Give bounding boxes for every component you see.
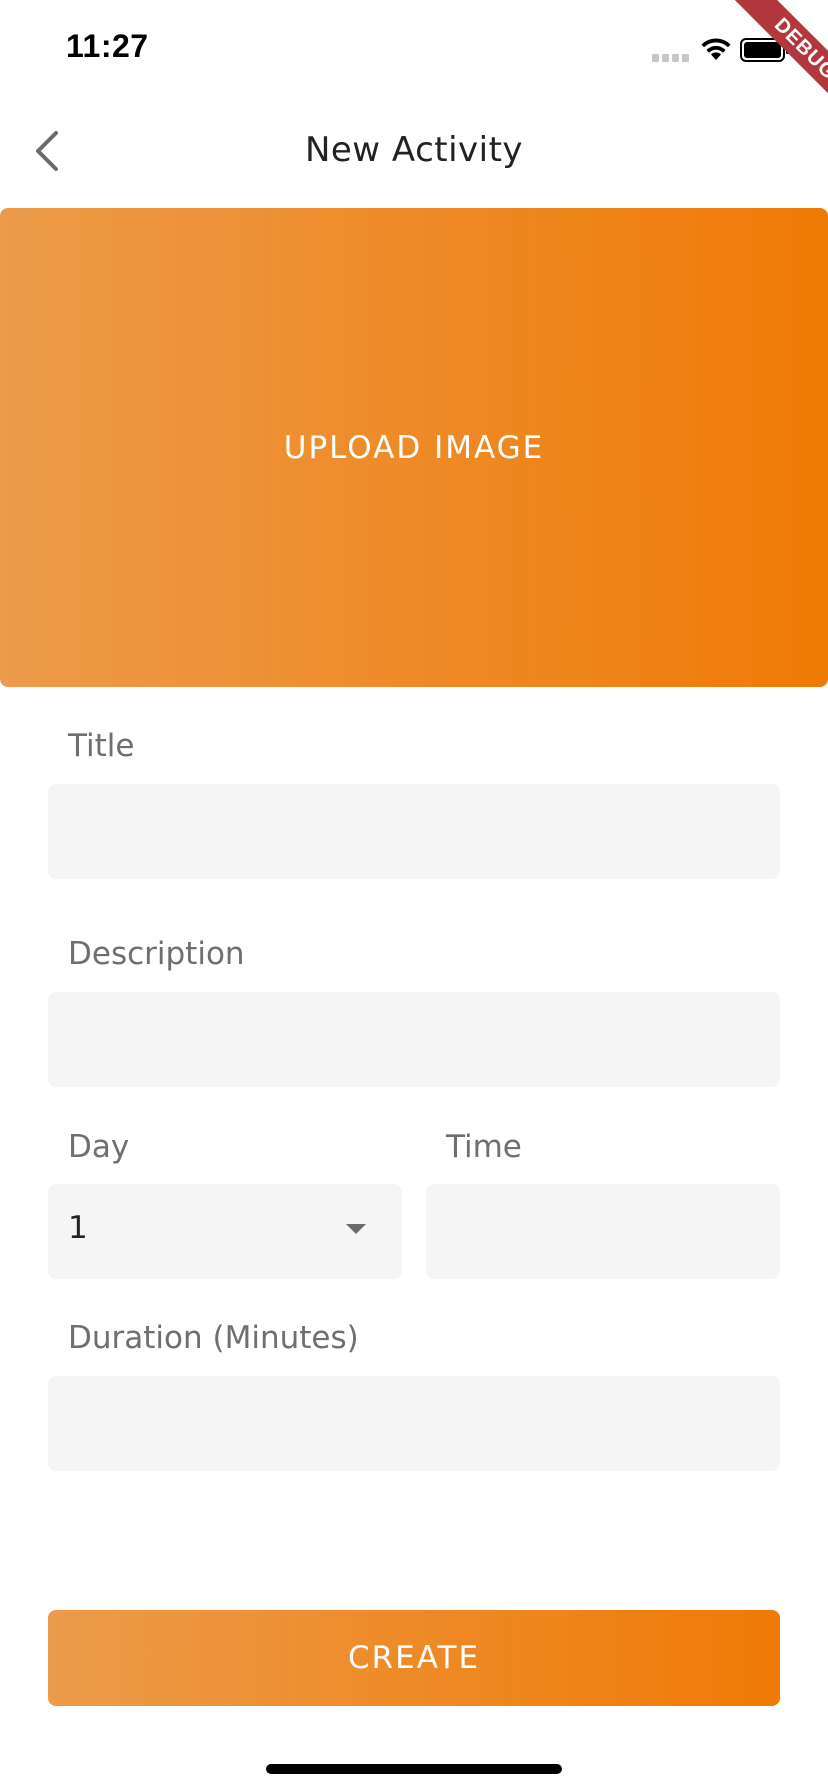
- cellular-signal-icon: [652, 54, 689, 62]
- time-input[interactable]: [426, 1184, 780, 1279]
- day-selected-value: 1: [68, 1210, 88, 1246]
- duration-field[interactable]: [48, 1376, 780, 1471]
- create-button[interactable]: CREATE: [48, 1610, 780, 1706]
- page-title: New Activity: [304, 130, 524, 170]
- day-label: Day: [68, 1129, 130, 1165]
- title-label: Title: [68, 728, 135, 764]
- description-label: Description: [68, 936, 245, 972]
- app-bar: New Activity: [0, 100, 828, 206]
- title-field[interactable]: [48, 784, 780, 879]
- dropdown-arrow-icon: [346, 1224, 366, 1234]
- home-indicator: [266, 1764, 562, 1774]
- upload-image-button[interactable]: UPLOAD IMAGE: [0, 208, 828, 687]
- day-dropdown[interactable]: 1: [48, 1184, 402, 1279]
- status-time: 11:27: [66, 28, 149, 64]
- description-input[interactable]: [48, 992, 780, 1087]
- upload-image-label: UPLOAD IMAGE: [283, 429, 545, 466]
- time-field[interactable]: [426, 1184, 780, 1279]
- title-input[interactable]: [48, 784, 780, 879]
- description-field[interactable]: [48, 992, 780, 1087]
- time-label: Time: [446, 1129, 522, 1165]
- create-button-label: CREATE: [347, 1640, 481, 1676]
- status-bar: 11:27: [0, 0, 828, 100]
- duration-label: Duration (Minutes): [68, 1320, 359, 1356]
- duration-input[interactable]: [48, 1376, 780, 1471]
